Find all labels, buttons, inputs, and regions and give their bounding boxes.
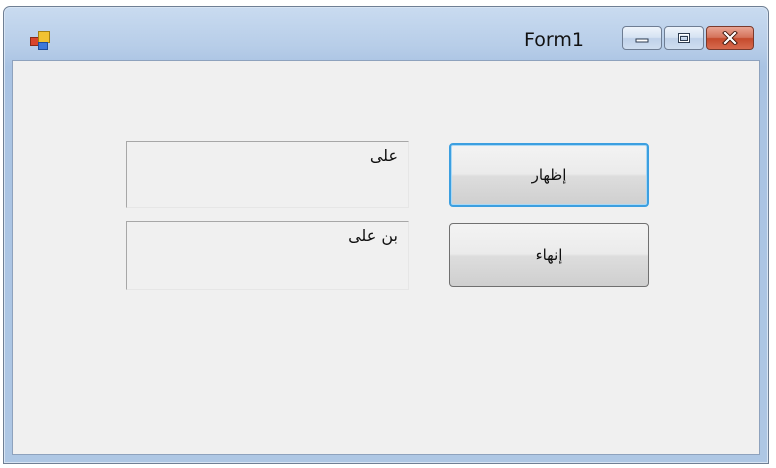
- maximize-button[interactable]: [664, 26, 704, 50]
- show-button[interactable]: إظهار: [449, 143, 649, 207]
- close-button[interactable]: [706, 26, 754, 50]
- minimize-icon: [635, 38, 649, 43]
- form-client-area: على بن على إظهار إنهاء: [12, 60, 760, 455]
- title-bar[interactable]: Form1: [4, 7, 768, 59]
- application-icon[interactable]: [30, 31, 50, 50]
- exit-button-label: إنهاء: [535, 246, 563, 264]
- show-button-label: إظهار: [531, 166, 567, 184]
- caption-buttons: [622, 26, 754, 52]
- form1-window: Form1 على بن على إظهار إنهاء: [3, 6, 769, 464]
- name-textbox-1-value: على: [369, 146, 398, 165]
- name-textbox-2-value: بن على: [348, 226, 398, 245]
- exit-button[interactable]: إنهاء: [449, 223, 649, 287]
- maximize-icon: [678, 33, 690, 43]
- close-icon: [722, 31, 738, 45]
- minimize-button[interactable]: [622, 26, 662, 50]
- name-textbox-1[interactable]: على: [126, 141, 409, 208]
- window-title: Form1: [524, 29, 584, 51]
- name-textbox-2[interactable]: بن على: [126, 221, 409, 290]
